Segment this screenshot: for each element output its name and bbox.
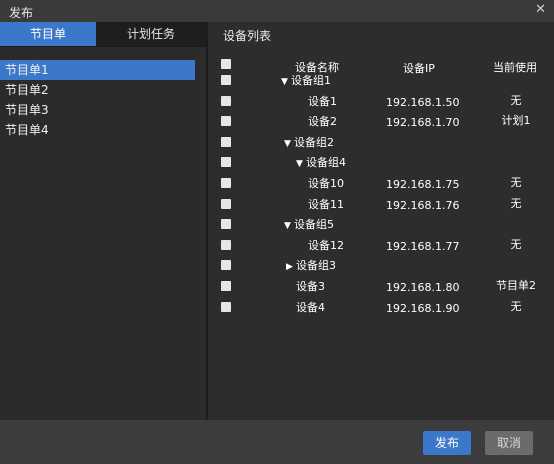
title-bar: 发布 ✕ [0,0,554,22]
device-group-row[interactable]: ▶ 设备组3 [286,257,336,273]
caret-down-icon[interactable]: ▼ [296,159,306,169]
device-row[interactable]: 设备1 [308,93,337,109]
left-panel: 节目单 计划任务 节目单1 节目单2 节目单3 节目单4 [0,22,206,420]
window-title: 发布 [9,6,34,20]
tab-scheduled-tasks[interactable]: 计划任务 [96,22,206,46]
device-name: 设备1 [308,95,337,108]
device-group-row[interactable]: ▼ 设备组2 [284,134,334,150]
row-checkbox[interactable] [221,302,231,312]
device-in-use: 无 [510,94,522,107]
program-item[interactable]: 节目单1 [0,60,195,80]
device-ip: 192.168.1.75 [386,178,460,191]
caret-down-icon[interactable]: ▼ [284,221,294,231]
row-checkbox[interactable] [221,281,231,291]
device-name: 设备4 [296,301,325,314]
program-item[interactable]: 节目单4 [0,120,190,140]
row-checkbox[interactable] [221,137,231,147]
device-in-use: 无 [510,238,522,251]
device-name: 设备组4 [306,156,346,169]
device-row[interactable]: 设备4 [296,299,325,315]
close-icon[interactable]: ✕ [535,2,546,17]
tab-bar: 节目单 计划任务 [0,22,206,47]
row-checkbox[interactable] [221,157,231,167]
caret-down-icon[interactable]: ▼ [281,77,291,87]
column-header-in-use: 当前使用 [493,61,537,74]
device-name: 设备3 [296,280,325,293]
device-row[interactable]: 设备10 [308,175,344,191]
device-list-title: 设备列表 [223,29,272,43]
row-checkbox[interactable] [221,116,231,126]
device-row[interactable]: 设备2 [308,113,337,129]
device-ip: 192.168.1.77 [386,240,460,253]
device-in-use: 无 [510,176,522,189]
device-ip: 192.168.1.70 [386,116,460,129]
device-in-use: 节目单2 [496,279,536,292]
row-checkbox[interactable] [221,178,231,188]
row-checkbox[interactable] [221,96,231,106]
device-name: 设备10 [308,177,344,190]
device-ip: 192.168.1.80 [386,281,460,294]
device-ip: 192.168.1.50 [386,96,460,109]
device-name: 设备组3 [296,259,336,272]
cancel-button[interactable]: 取消 [485,431,533,455]
device-name: 设备组5 [294,218,334,231]
publish-button[interactable]: 发布 [423,431,471,455]
device-name: 设备组2 [294,136,334,149]
row-checkbox[interactable] [221,260,231,270]
tab-divider [0,46,206,47]
device-in-use: 无 [510,300,522,313]
device-in-use: 无 [510,197,522,210]
device-row[interactable]: 设备12 [308,237,344,253]
device-name: 设备2 [308,115,337,128]
device-group-row[interactable]: ▼ 设备组1 [281,72,331,88]
row-checkbox[interactable] [221,240,231,250]
device-group-row[interactable]: ▼ 设备组5 [284,216,334,232]
program-list: 节目单1 节目单2 节目单3 节目单4 [0,60,206,140]
device-name: 设备12 [308,239,344,252]
column-header-ip: 设备IP [403,62,435,75]
device-in-use: 计划1 [501,114,531,127]
device-name: 设备11 [308,198,344,211]
row-checkbox[interactable] [221,219,231,229]
device-group-row[interactable]: ▼ 设备组4 [296,154,346,170]
program-item[interactable]: 节目单3 [0,100,190,120]
select-all-checkbox[interactable] [221,59,231,69]
device-name: 设备组1 [291,74,331,87]
device-row[interactable]: 设备3 [296,278,325,294]
device-row[interactable]: 设备11 [308,196,344,212]
caret-down-icon[interactable]: ▼ [284,139,294,149]
row-checkbox[interactable] [221,199,231,209]
device-list-panel: 设备列表 设备名称 设备IP 当前使用 ▼ 设备组1 设备1 192.168.1.50… [208,22,554,420]
device-ip: 192.168.1.76 [386,199,460,212]
device-ip: 192.168.1.90 [386,302,460,315]
program-item[interactable]: 节目单2 [0,80,190,100]
row-checkbox[interactable] [221,75,231,85]
tab-program-list[interactable]: 节目单 [0,22,96,46]
caret-right-icon[interactable]: ▶ [286,262,296,272]
